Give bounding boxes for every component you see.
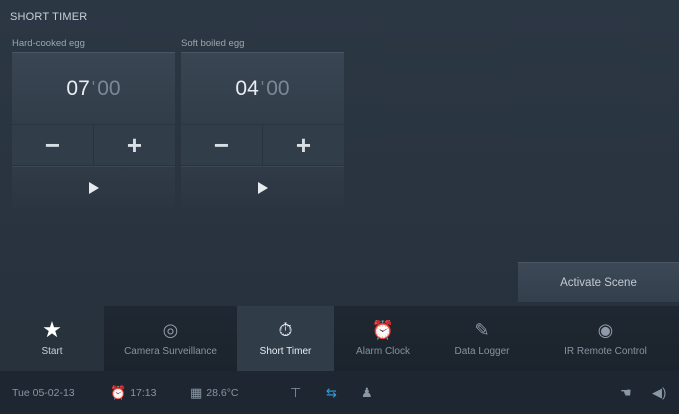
tab-label: Data Logger bbox=[454, 346, 510, 357]
status-time: 17:13 bbox=[130, 386, 157, 399]
eye-icon: ◉ bbox=[597, 320, 614, 340]
speaker-icon[interactable]: ◀) bbox=[652, 385, 666, 401]
main-panel: SHORT TIMER Hard-cooked egg 07 ' 00 − + … bbox=[0, 0, 679, 306]
timer-label-soft-boiled: Soft boiled egg bbox=[181, 38, 245, 49]
tab-alarm-clock[interactable]: ⏰ Alarm Clock bbox=[334, 306, 432, 371]
timer-label-hard-cooked: Hard-cooked egg bbox=[12, 38, 85, 49]
timer-display: 07 ' 00 bbox=[12, 52, 175, 124]
stopwatch-icon: ⏱ bbox=[278, 320, 293, 340]
status-time-group: ⏰ 17:13 bbox=[110, 385, 156, 401]
building-icon: ▦ bbox=[190, 384, 203, 400]
timer-minutes: 04 bbox=[235, 76, 259, 100]
start-timer-button[interactable] bbox=[12, 166, 175, 209]
pin-icon[interactable]: ⊤ bbox=[290, 385, 301, 401]
tab-data-logger[interactable]: ✎ Data Logger bbox=[432, 306, 532, 371]
tab-label: Camera Surveillance bbox=[124, 346, 217, 357]
timer-separator: ' bbox=[91, 78, 96, 98]
timer-controls: − + bbox=[12, 125, 175, 165]
tab-start[interactable]: ★ Start bbox=[0, 306, 104, 371]
status-temperature: 28.6°C bbox=[206, 386, 239, 399]
timer-controls: − + bbox=[181, 125, 344, 165]
star-icon: ★ bbox=[42, 317, 62, 342]
tab-label: Alarm Clock bbox=[356, 346, 410, 357]
status-temperature-group: ▦ 28.6°C bbox=[190, 385, 239, 401]
tab-ir-remote-control[interactable]: ◉ IR Remote Control bbox=[532, 306, 679, 371]
alarm-clock-icon: ⏰ bbox=[110, 384, 127, 400]
tab-label: IR Remote Control bbox=[564, 346, 647, 357]
tab-bar: ★ Start ◎ Camera Surveillance ⏱ Short Ti… bbox=[0, 306, 679, 371]
tab-short-timer[interactable]: ⏱ Short Timer bbox=[237, 306, 334, 371]
tab-label: Short Timer bbox=[259, 346, 312, 357]
start-timer-button[interactable] bbox=[181, 166, 344, 209]
hand-icon[interactable]: ☚ bbox=[620, 385, 632, 401]
timer-minutes: 07 bbox=[66, 76, 90, 100]
page-title: SHORT TIMER bbox=[10, 11, 88, 23]
increase-button[interactable]: + bbox=[94, 125, 175, 165]
increase-button[interactable]: + bbox=[263, 125, 344, 165]
timer-separator: ' bbox=[260, 78, 265, 98]
timer-seconds: 00 bbox=[266, 76, 290, 100]
decrease-button[interactable]: − bbox=[12, 125, 94, 165]
timer-card-hard-cooked: 07 ' 00 − + bbox=[12, 52, 175, 209]
activate-scene-button[interactable]: Activate Scene bbox=[518, 262, 679, 302]
timer-card-soft-boiled: 04 ' 00 − + bbox=[181, 52, 344, 209]
alarm-clock-icon: ⏰ bbox=[371, 320, 395, 340]
status-date: Tue 05-02-13 bbox=[12, 386, 75, 399]
status-bar: Tue 05-02-13 ⏰ 17:13 ▦ 28.6°C ⊤ ⇆ ♟ ☚ ◀) bbox=[0, 371, 679, 414]
tab-camera-surveillance[interactable]: ◎ Camera Surveillance bbox=[104, 306, 237, 371]
play-icon bbox=[88, 182, 99, 194]
tab-label: Start bbox=[41, 346, 63, 357]
link-icon[interactable]: ⇆ bbox=[326, 385, 337, 401]
decrease-button[interactable]: − bbox=[181, 125, 263, 165]
play-icon bbox=[257, 182, 268, 194]
timer-display: 04 ' 00 bbox=[181, 52, 344, 124]
timer-seconds: 00 bbox=[97, 76, 121, 100]
person-icon[interactable]: ♟ bbox=[361, 385, 373, 401]
camera-icon: ◎ bbox=[162, 320, 179, 340]
data-logger-icon: ✎ bbox=[474, 320, 490, 340]
